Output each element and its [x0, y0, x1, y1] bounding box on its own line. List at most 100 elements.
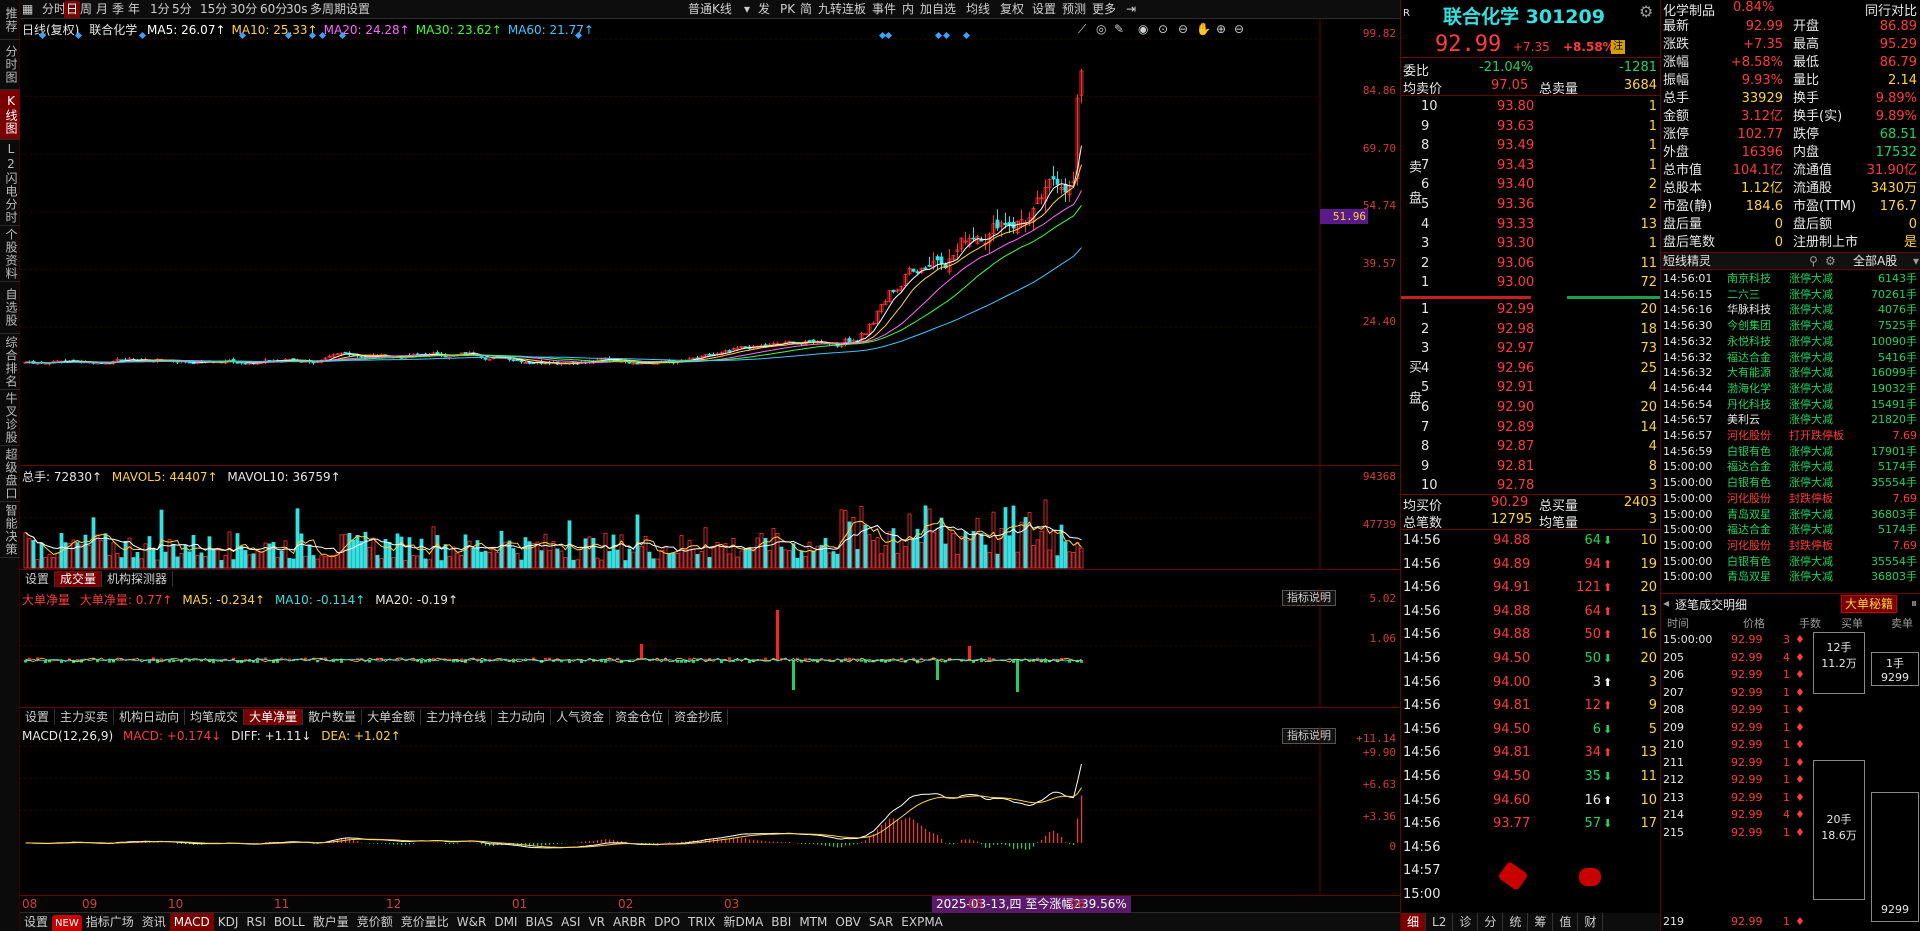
elves-row[interactable]: 15:00:00 青岛双星 涨停大减 36803手 — [1661, 507, 1920, 522]
quote-tab-7[interactable]: 财 — [1578, 913, 1604, 931]
quote-tab-1[interactable]: L2 — [1426, 913, 1454, 931]
tab-2[interactable]: 机构探测器 — [102, 571, 174, 587]
indicator-tab-15[interactable]: VR — [584, 913, 609, 931]
tab-4[interactable]: 大单净量 — [244, 709, 304, 725]
elves-row[interactable]: 14:56:57 美利云 涨停大减 21820手 — [1661, 412, 1920, 427]
tab-0[interactable]: 设置 — [20, 571, 56, 587]
tab-10[interactable]: 资金仓位 — [610, 709, 670, 725]
trade-list[interactable]: 14:56 94.88 64 ⬇ 10 14:56 94.89 94 ⬆ 19 14:56 94.91… — [1401, 532, 1661, 912]
indicator-tab-24[interactable]: EXPMA — [897, 913, 947, 931]
indicator-tab-18[interactable]: TRIX — [684, 913, 719, 931]
tab-1[interactable]: 主力买卖 — [55, 709, 115, 725]
volume-chart[interactable] — [20, 466, 1400, 570]
pause-icon[interactable]: ⏸ — [1911, 596, 1917, 611]
book-level[interactable]: 5 93.36 2 — [1417, 196, 1661, 214]
indicator-tab-1[interactable]: NEW — [52, 915, 82, 931]
chevron-down-icon[interactable]: ▾ — [744, 1, 750, 18]
toolbar-item-6[interactable]: 内 — [902, 1, 914, 18]
indicator-tab-4[interactable]: MACD — [169, 913, 214, 931]
r-icon[interactable]: R — [1403, 8, 1410, 19]
sidebar-item-0[interactable]: 推荐 — [0, 0, 20, 40]
elves-row[interactable]: 15:00:00 白银有色 涨停大减 35554手 — [1661, 475, 1920, 490]
book-level[interactable]: 8 92.87 4 — [1417, 438, 1661, 456]
period-tab-11[interactable]: 30s — [286, 1, 308, 18]
sector-name[interactable]: 化学制品 — [1663, 0, 1715, 19]
indicator-tab-16[interactable]: ARBR — [609, 913, 650, 931]
elves-row[interactable]: 15:00:00 福达合金 涨停大减 5174手 — [1661, 522, 1920, 537]
indicator-tab-5[interactable]: KDJ — [214, 913, 243, 931]
elves-row[interactable]: 15:00:00 白银有色 涨停大减 35554手 — [1661, 554, 1920, 569]
book-level[interactable]: 4 92.96 25 — [1417, 360, 1661, 378]
elves-row[interactable]: 14:56:59 白银有色 涨停大减 17901手 — [1661, 444, 1920, 459]
macd-chart[interactable] — [20, 726, 1400, 896]
quote-tab-0[interactable]: 细 — [1401, 913, 1427, 931]
elves-row[interactable]: 15:00:00 河化股份 封跌停板 7.69 — [1661, 491, 1920, 506]
peer-compare-link[interactable]: 同行对比 — [1865, 0, 1917, 19]
indicator-tab-10[interactable]: 竞价量比 — [397, 913, 453, 931]
toolbar-item-4[interactable]: 连板 — [842, 1, 866, 18]
book-level[interactable]: 9 93.63 1 — [1417, 118, 1661, 136]
toolbar-item-2[interactable]: 简 — [800, 1, 812, 18]
chart-type-select[interactable]: 普通K线 — [688, 1, 732, 18]
sidebar-item-5[interactable]: 自选股 — [0, 282, 20, 334]
book-level[interactable]: 7 93.43 1 — [1417, 157, 1661, 175]
sidebar-item-6[interactable]: 综合排名 — [0, 334, 20, 390]
elves-row[interactable]: 14:56:54 丹化科技 涨停大减 15491手 — [1661, 397, 1920, 412]
quote-tab-5[interactable]: 筹 — [1528, 913, 1554, 931]
toolbar-item-10[interactable]: 设置 — [1032, 1, 1056, 18]
period-tab-1[interactable]: 日 — [64, 1, 81, 18]
indicator-tab-12[interactable]: DMI — [490, 913, 521, 931]
indicator-tab-14[interactable]: ASI — [557, 913, 584, 931]
arrow-left-icon[interactable]: ◂ — [1663, 596, 1669, 610]
elves-row[interactable]: 14:56:32 大有能源 涨停大减 16099手 — [1661, 365, 1920, 380]
tab-9[interactable]: 人气资金 — [551, 709, 611, 725]
period-tab-9[interactable]: 30分 — [230, 1, 257, 18]
quote-tab-3[interactable]: 分 — [1478, 913, 1504, 931]
period-tab-2[interactable]: 周 — [80, 1, 92, 18]
big-order-panel[interactable]: 大单净量 大单净量: 0.77↑ MA5: -0.234↑ MA10: -0.1… — [20, 588, 1400, 708]
sidebar-item-7[interactable]: 牛叉诊股 — [0, 390, 20, 446]
settings-icon[interactable]: ⚙ — [1639, 2, 1653, 21]
book-level[interactable]: 9 92.81 8 — [1417, 458, 1661, 476]
volume-panel[interactable]: 总手: 72830↑ MAVOL5: 44407↑ MAVOL10: 36759… — [20, 466, 1400, 570]
toolbar-item-5[interactable]: 事件 — [872, 1, 896, 18]
sidebar-item-1[interactable]: 分时图 — [0, 40, 20, 90]
indicator-tab-19[interactable]: 新DMA — [719, 913, 767, 931]
book-level[interactable]: 6 93.40 2 — [1417, 176, 1661, 194]
quote-tab-6[interactable]: 值 — [1553, 913, 1579, 931]
collapse-icon[interactable]: ⇥ — [1126, 1, 1136, 18]
tab-0[interactable]: 设置 — [20, 709, 56, 725]
tab-8[interactable]: 主力动向 — [492, 709, 552, 725]
tab-6[interactable]: 大单金额 — [362, 709, 422, 725]
toolbar-item-11[interactable]: 预测 — [1062, 1, 1086, 18]
elves-row[interactable]: 14:56:16 华脉科技 涨停大减 4076手 — [1661, 302, 1920, 317]
tab-7[interactable]: 主力持仓线 — [421, 709, 493, 725]
period-tab-0[interactable]: 分时 — [42, 1, 66, 18]
ticks-list[interactable]: 15:00:00 92.99 3 ♦ 205 92.99 4 ♦ 206 92.99 1 ♦ 207 92… — [1661, 632, 1920, 931]
elves-row[interactable]: 14:56:15 二六三 涨停大减 70261手 — [1661, 287, 1920, 302]
quote-tab-4[interactable]: 统 — [1503, 913, 1529, 931]
book-level[interactable]: 7 92.89 14 — [1417, 419, 1661, 437]
tab-3[interactable]: 均笔成交 — [185, 709, 245, 725]
settings-icon[interactable]: ⚙ — [1825, 253, 1836, 270]
book-level[interactable]: 3 92.97 73 — [1417, 340, 1661, 358]
indicator-tab-7[interactable]: BOLL — [270, 913, 309, 931]
elves-row[interactable]: 15:00:00 青岛双星 涨停大减 36803手 — [1661, 569, 1920, 584]
period-tab-5[interactable]: 年 — [128, 1, 140, 18]
big-order-secret-button[interactable]: 大单秘籍 — [1841, 595, 1898, 613]
kline-panel[interactable]: 日线(复权) 联合化学 MA5: 26.07↑ MA10: 25.33↑ MA20:… — [20, 19, 1400, 466]
chevron-down-icon[interactable]: ▾ — [1913, 253, 1919, 270]
indicator-tab-20[interactable]: BBI — [767, 913, 795, 931]
elves-row[interactable]: 14:56:32 永悦科技 涨停大减 10090手 — [1661, 334, 1920, 349]
kline-chart[interactable]: 95.2913.76qq3模 — [20, 19, 1400, 466]
elves-row[interactable]: 14:56:30 今创集团 涨停大减 7525手 — [1661, 318, 1920, 333]
sidebar-item-8[interactable]: 超级盘口 — [0, 446, 20, 502]
indicator-tab-3[interactable]: 资讯 — [138, 913, 170, 931]
period-tab-8[interactable]: 15分 — [200, 1, 227, 18]
toolbar-item-7[interactable]: 加自选 — [920, 1, 956, 18]
book-level[interactable]: 10 93.80 1 — [1417, 98, 1661, 116]
big-order-chart[interactable] — [20, 588, 1400, 708]
elves-row[interactable]: 14:56:32 福达合金 涨停大减 5416手 — [1661, 350, 1920, 365]
book-level[interactable]: 2 93.06 11 — [1417, 255, 1661, 273]
sidebar-item-2[interactable]: K线图 — [0, 90, 20, 140]
